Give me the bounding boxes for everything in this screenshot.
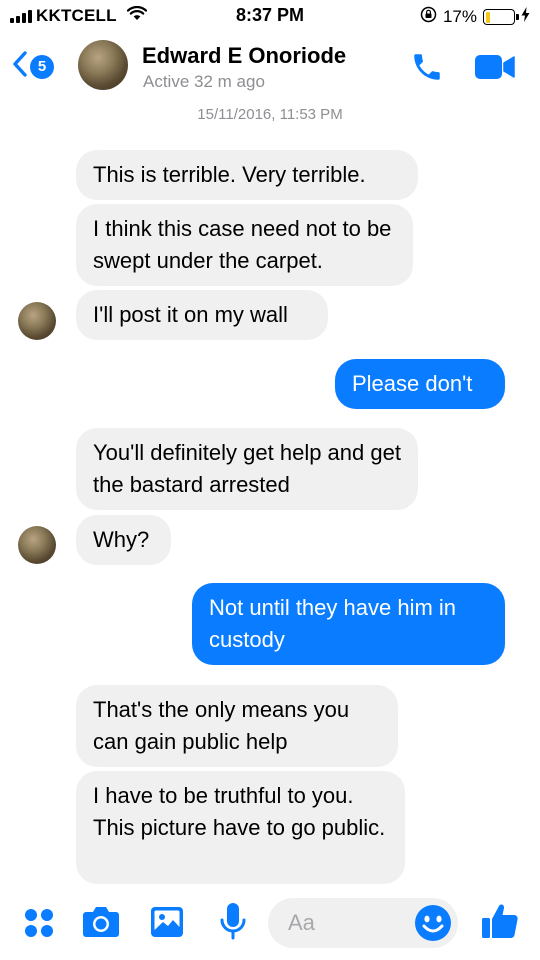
sender-avatar[interactable] (18, 302, 56, 340)
more-dots-icon (25, 909, 53, 937)
message-bubble-incoming[interactable]: That's the only means you can gain publi… (76, 685, 398, 767)
emoji-icon (415, 905, 451, 941)
more-actions-button[interactable] (24, 908, 54, 943)
emoji-button[interactable] (414, 904, 452, 947)
video-camera-icon (475, 55, 515, 79)
camera-button[interactable] (82, 906, 120, 943)
gallery-icon (151, 907, 183, 937)
battery-icon (483, 9, 519, 25)
status-right: 17% (420, 6, 530, 28)
phone-icon (414, 54, 440, 80)
gallery-button[interactable] (150, 906, 184, 943)
status-bar: KKTCELL 8:37 PM 17% (0, 0, 540, 32)
orientation-lock-icon (420, 6, 437, 28)
like-button[interactable] (481, 902, 519, 945)
unread-count-badge: 5 (30, 54, 54, 79)
charging-bolt-icon (521, 7, 530, 27)
contact-avatar[interactable] (78, 40, 128, 90)
conversation-header: 5 Edward E Onoriode Active 32 m ago (0, 32, 540, 100)
message-bubble-incoming[interactable]: I think this case need not to be swept u… (76, 204, 413, 286)
message-bubble-incoming[interactable]: Why? (76, 515, 171, 565)
composer-bar (0, 884, 540, 960)
message-bubble-outgoing[interactable]: Not until they have him in custody (192, 583, 505, 665)
voice-call-button[interactable] (410, 50, 444, 89)
back-button[interactable]: 5 (12, 50, 54, 83)
battery-percent: 17% (442, 7, 477, 26)
contact-active-status: Active 32 m ago (143, 72, 265, 91)
thumbs-up-icon (482, 904, 518, 938)
video-call-button[interactable] (474, 54, 516, 85)
message-bubble-incoming[interactable]: You'll definitely get help and get the b… (76, 428, 418, 510)
microphone-icon (220, 903, 246, 940)
voice-clip-button[interactable] (220, 902, 246, 945)
contact-name[interactable]: Edward E Onoriode (142, 43, 346, 69)
message-bubble-incoming[interactable]: This is terrible. Very terrible. (76, 150, 418, 200)
conversation-timestamp: 15/11/2016, 11:53 PM (197, 106, 343, 123)
battery-level (485, 11, 491, 23)
message-bubble-incoming[interactable]: I'll post it on my wall (76, 290, 328, 340)
back-chevron-icon (12, 50, 28, 83)
message-bubble-incoming[interactable]: I have to be truthful to you. This pictu… (76, 771, 405, 884)
camera-icon (83, 907, 119, 937)
message-bubble-outgoing[interactable]: Please don't (335, 359, 505, 409)
sender-avatar[interactable] (18, 526, 56, 564)
